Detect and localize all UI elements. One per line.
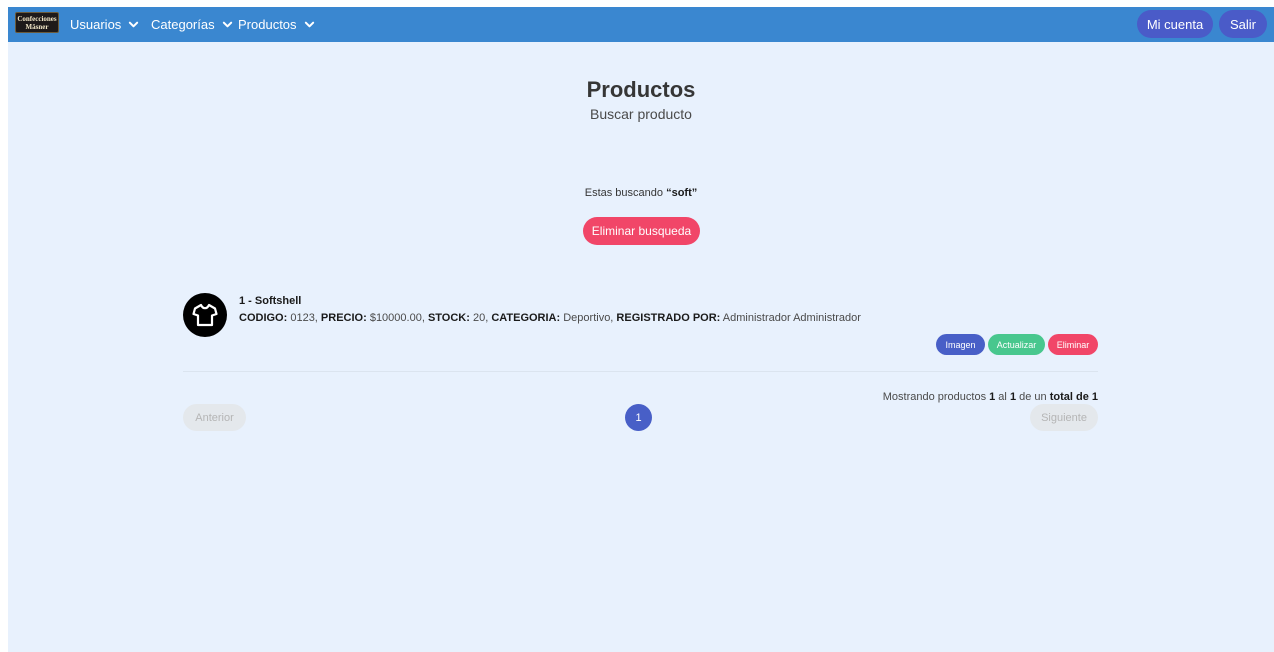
product-details: CODIGO: 0123, PRECIO: $10000.00, STOCK: … bbox=[239, 312, 861, 324]
search-info: Estas buscando “soft” bbox=[8, 187, 1274, 199]
divider bbox=[183, 371, 1098, 372]
clear-search-button[interactable]: Eliminar busqueda bbox=[583, 217, 700, 245]
page-subtitle: Buscar producto bbox=[590, 106, 692, 122]
nav-menu-label: Categorías bbox=[151, 17, 215, 32]
search-term: “soft” bbox=[666, 187, 698, 199]
product-field-value: $10000.00, bbox=[366, 312, 428, 324]
nav-menu-categorias[interactable]: Categorías bbox=[151, 7, 233, 42]
nav-menu-productos[interactable]: Productos bbox=[238, 7, 315, 42]
product-field-value: Deportivo, bbox=[560, 312, 617, 324]
product-field-label: CODIGO: bbox=[239, 312, 288, 324]
chevron-down-icon bbox=[304, 21, 314, 28]
brand-logo-line1: Confecciones bbox=[17, 14, 57, 23]
page-title: Productos bbox=[586, 77, 696, 102]
brand-logo-line2: Mäsner bbox=[25, 22, 49, 31]
nav-menu-label: Productos bbox=[238, 17, 297, 32]
previous-page-button[interactable]: Anterior bbox=[183, 404, 246, 431]
update-button[interactable]: Actualizar bbox=[988, 334, 1045, 355]
top-navbar: Confecciones Mäsner Usuarios Categorías … bbox=[8, 7, 1274, 42]
product-field-value: Administrador Administrador bbox=[720, 312, 861, 324]
brand-logo[interactable]: Confecciones Mäsner bbox=[15, 12, 59, 33]
product-field-value: 0123, bbox=[287, 312, 321, 324]
product-field-label: PRECIO: bbox=[320, 312, 367, 324]
logout-button[interactable]: Salir bbox=[1219, 10, 1267, 38]
results-of: de un bbox=[1016, 391, 1050, 403]
app-frame: Confecciones Mäsner Usuarios Categorías … bbox=[8, 7, 1274, 652]
search-info-prefix: Estas buscando bbox=[584, 187, 667, 199]
product-field-label: CATEGORIA: bbox=[491, 312, 561, 324]
tshirt-icon bbox=[192, 303, 218, 327]
results-summary-prefix: Mostrando productos bbox=[882, 391, 990, 403]
page-1-button[interactable]: 1 bbox=[625, 404, 652, 431]
product-avatar bbox=[183, 293, 227, 337]
nav-menu-label: Usuarios bbox=[70, 17, 122, 32]
delete-button[interactable]: Eliminar bbox=[1048, 334, 1098, 355]
results-middle: al bbox=[995, 391, 1010, 403]
product-field-value: 20, bbox=[469, 312, 492, 324]
product-title: 1 - Softshell bbox=[239, 295, 302, 307]
product-field-label: STOCK: bbox=[427, 312, 470, 324]
results-total: total de 1 bbox=[1049, 391, 1098, 403]
chevron-down-icon bbox=[222, 21, 232, 28]
chevron-down-icon bbox=[129, 21, 139, 28]
my-account-button[interactable]: Mi cuenta bbox=[1137, 10, 1213, 38]
product-field-label: REGISTRADO POR: bbox=[616, 312, 721, 324]
image-button[interactable]: Imagen bbox=[936, 334, 985, 355]
nav-menu-usuarios[interactable]: Usuarios bbox=[70, 7, 139, 42]
results-summary: Mostrando productos 1 al 1 de un total d… bbox=[883, 391, 1098, 403]
next-page-button[interactable]: Siguiente bbox=[1030, 404, 1098, 431]
